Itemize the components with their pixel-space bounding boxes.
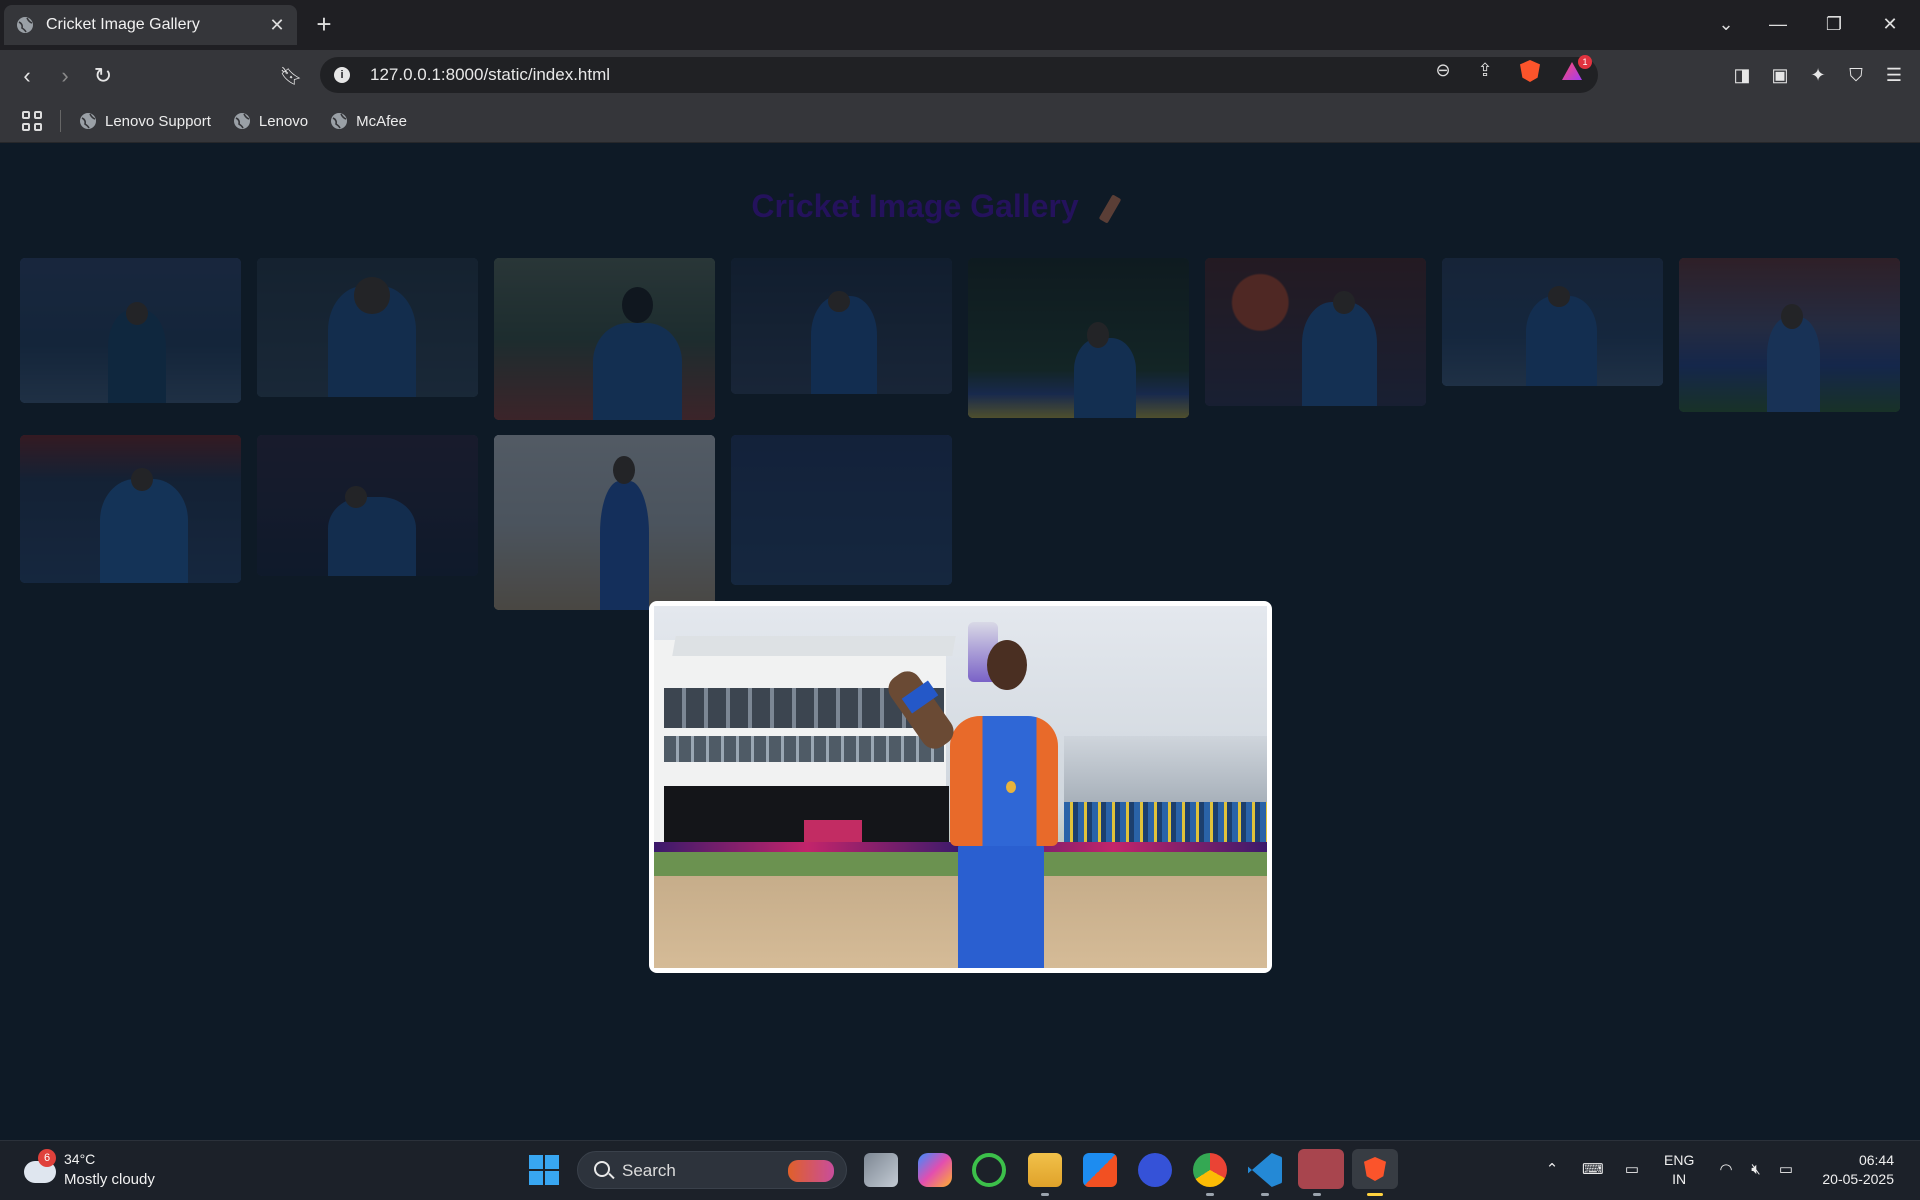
- site-info-icon[interactable]: i: [334, 67, 350, 83]
- copilot-icon[interactable]: [918, 1153, 952, 1187]
- page-content: Cricket Image Gallery: [0, 144, 1920, 1140]
- bookmark-icon[interactable]: 🔖︎: [278, 63, 304, 89]
- gallery-thumbnail[interactable]: [1679, 258, 1900, 412]
- globe-icon: [233, 113, 250, 129]
- gallery-thumbnail[interactable]: [968, 258, 1189, 418]
- running-indicator: [1041, 1193, 1049, 1196]
- gallery-thumbnail[interactable]: [494, 258, 715, 420]
- close-window-icon[interactable]: ✕: [1878, 12, 1902, 36]
- url-text: 127.0.0.1:8000/static/index.html: [370, 65, 611, 84]
- image-lightbox[interactable]: [649, 601, 1272, 973]
- tab-cricket-gallery[interactable]: Cricket Image Gallery ✕: [4, 5, 297, 45]
- refresh-app-icon[interactable]: [972, 1153, 1006, 1187]
- wallet-icon[interactable]: ▣: [1768, 63, 1792, 87]
- new-tab-icon[interactable]: +: [312, 11, 336, 37]
- touchpad-icon[interactable]: ▭: [1622, 1160, 1642, 1180]
- apps-grid-icon[interactable]: [22, 111, 42, 131]
- globe-icon: [17, 17, 33, 33]
- back-icon[interactable]: ‹: [14, 63, 40, 89]
- vscode-icon[interactable]: [1248, 1153, 1282, 1187]
- keyboard-icon[interactable]: ⌨: [1582, 1160, 1604, 1180]
- clock[interactable]: 06:44 20-05-2025: [1812, 1151, 1894, 1189]
- sidebar-icon[interactable]: ◨: [1730, 63, 1754, 87]
- minimize-icon[interactable]: —: [1766, 12, 1790, 36]
- bookmarks-bar: Lenovo Support Lenovo McAfee: [0, 100, 1920, 143]
- running-indicator: [1313, 1193, 1321, 1196]
- gallery-thumbnail[interactable]: [20, 435, 241, 583]
- address-bar[interactable]: i 127.0.0.1:8000/static/index.html: [320, 57, 1598, 93]
- bookmark-label: Lenovo: [258, 112, 309, 130]
- page-title: Cricket Image Gallery: [0, 188, 1866, 225]
- brave-icon: [1364, 1157, 1386, 1181]
- globe-icon: [80, 113, 96, 129]
- weather-badge: 6: [38, 1149, 56, 1167]
- wifi-icon[interactable]: ◠: [1716, 1160, 1736, 1180]
- running-indicator: [1206, 1193, 1214, 1196]
- photos-app-icon[interactable]: [1298, 1149, 1344, 1189]
- gallery-thumbnail[interactable]: [257, 258, 478, 397]
- page-title-text: Cricket Image Gallery: [751, 188, 1079, 224]
- gallery-thumbnail[interactable]: [494, 435, 715, 610]
- task-view-icon[interactable]: [864, 1153, 898, 1187]
- bookmark-mcafee[interactable]: McAfee: [330, 112, 407, 130]
- clock-time: 06:44: [1858, 1152, 1894, 1168]
- tab-title: Cricket Image Gallery: [46, 16, 200, 33]
- microsoft-store-icon[interactable]: [1083, 1153, 1117, 1187]
- clock-date: 20-05-2025: [1822, 1171, 1894, 1187]
- bookmark-label: McAfee: [356, 112, 407, 130]
- gallery-thumbnail[interactable]: [1442, 258, 1663, 386]
- search-icon: [594, 1161, 610, 1177]
- chrome-icon[interactable]: [1193, 1153, 1227, 1187]
- leo-ai-icon[interactable]: ✦: [1806, 63, 1830, 87]
- gallery-thumbnail[interactable]: [731, 258, 952, 394]
- windows-taskbar: 6 34°C Mostly cloudy Search ⌃ ⌨ ▭ ENG IN…: [0, 1140, 1920, 1200]
- gallery-thumbnail[interactable]: [731, 435, 952, 585]
- search-highlight-icon: [788, 1160, 834, 1182]
- forward-icon[interactable]: ›: [52, 63, 78, 89]
- taskbar-search[interactable]: Search: [577, 1151, 847, 1189]
- cricket-bat-icon: [1098, 193, 1121, 224]
- bookmarks-divider: [60, 110, 61, 132]
- gallery-thumbnail[interactable]: [257, 435, 478, 576]
- weather-temp: 34°C: [64, 1151, 96, 1167]
- running-indicator: [1261, 1193, 1269, 1196]
- enlarged-cricket-image: [654, 606, 1267, 968]
- brave-browser-taskbar-button[interactable]: [1352, 1149, 1398, 1189]
- active-indicator: [1367, 1193, 1383, 1196]
- vpn-shield-icon[interactable]: ⛉: [1844, 63, 1868, 87]
- volume-muted-icon[interactable]: 🔇︎: [1746, 1160, 1766, 1180]
- arc-app-icon[interactable]: [1138, 1153, 1172, 1187]
- reload-icon[interactable]: ↻: [90, 63, 116, 89]
- restore-icon[interactable]: ❐: [1822, 12, 1846, 36]
- gallery-thumbnail[interactable]: [1205, 258, 1426, 406]
- file-explorer-icon[interactable]: [1028, 1153, 1062, 1187]
- share-icon[interactable]: ⇪: [1474, 59, 1496, 81]
- globe-icon: [331, 113, 348, 129]
- close-tab-icon[interactable]: ✕: [269, 16, 285, 34]
- show-hidden-icons-chevron[interactable]: ⌃: [1542, 1160, 1562, 1180]
- bookmark-lenovo-support[interactable]: Lenovo Support: [79, 112, 211, 130]
- battery-icon[interactable]: ▭: [1776, 1160, 1796, 1180]
- browser-toolbar: ‹ › ↻ 🔖︎ i 127.0.0.1:8000/static/index.h…: [0, 50, 1920, 100]
- tab-strip: Cricket Image Gallery ✕ + ⌄ — ❐ ✕: [0, 0, 1920, 50]
- menu-icon[interactable]: ☰: [1882, 63, 1906, 87]
- bookmark-lenovo[interactable]: Lenovo: [233, 112, 308, 130]
- lang-code: ENG: [1664, 1152, 1695, 1168]
- lang-region: IN: [1672, 1171, 1687, 1187]
- tab-search-chevron-icon[interactable]: ⌄: [1714, 12, 1738, 36]
- rewards-badge: 1: [1578, 55, 1592, 69]
- gallery-thumbnail[interactable]: [20, 258, 241, 403]
- weather-desc: Mostly cloudy: [64, 1171, 155, 1188]
- windows-start-icon[interactable]: [529, 1155, 559, 1185]
- language-indicator[interactable]: ENG IN: [1664, 1151, 1694, 1189]
- zoom-icon[interactable]: ⊖: [1432, 59, 1454, 81]
- bookmark-label: Lenovo Support: [105, 112, 211, 130]
- search-label: Search: [622, 1161, 676, 1180]
